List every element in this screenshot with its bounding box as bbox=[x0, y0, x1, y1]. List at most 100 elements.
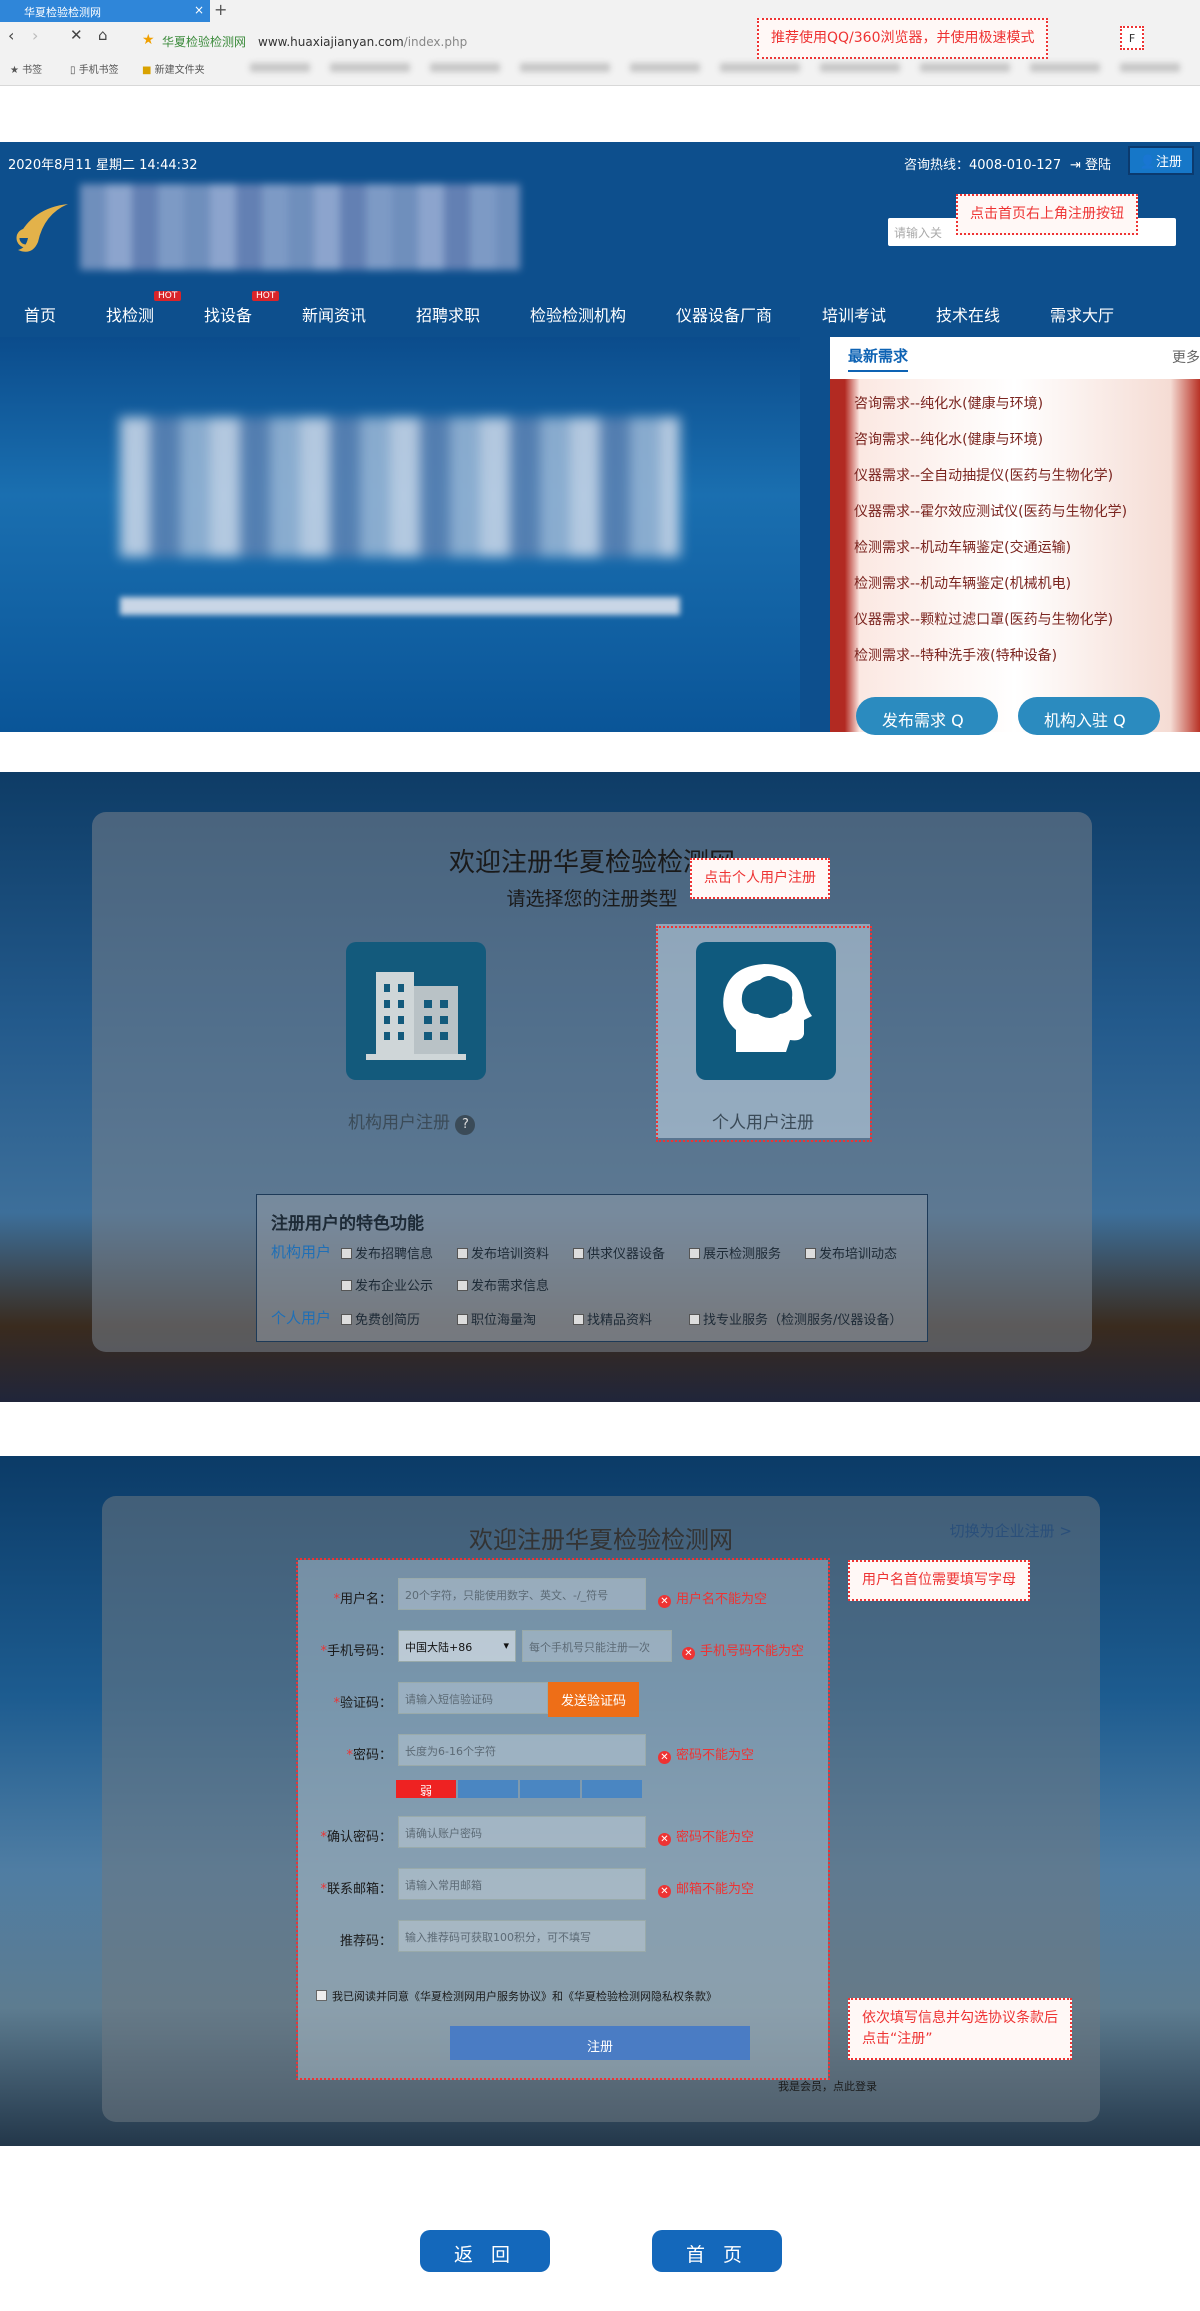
country-select[interactable]: 中国大陆+86 ▾ bbox=[398, 1630, 516, 1662]
star-icon: ★ bbox=[10, 65, 23, 76]
need-item[interactable]: 仪器需求--全自动抽提仪(医药与生物化学) bbox=[854, 465, 1113, 485]
need-item[interactable]: 仪器需求--颗粒过滤口罩(医药与生物化学) bbox=[854, 609, 1113, 629]
org-register-card[interactable] bbox=[346, 942, 486, 1080]
feature-item: 发布招聘信息 bbox=[341, 1243, 433, 1262]
need-item[interactable]: 咨询需求--纯化水(健康与环境) bbox=[854, 393, 1043, 413]
callout-step1: 点击首页右上角注册按钮 bbox=[956, 194, 1138, 235]
stop-icon[interactable]: ✕ bbox=[70, 26, 83, 44]
nav-item[interactable]: 找检测 bbox=[106, 302, 154, 326]
feature-item: 找专业服务（检测服务/仪器设备） bbox=[689, 1309, 902, 1328]
tab-close-icon[interactable]: × bbox=[194, 3, 204, 17]
nav-item[interactable]: 招聘求职 bbox=[416, 302, 480, 326]
home-button[interactable]: 首 页 bbox=[652, 2230, 782, 2272]
feature-item: 发布需求信息 bbox=[457, 1275, 549, 1294]
hot-badge: HOT bbox=[154, 291, 182, 301]
confirm-error: ✕ 密码不能为空 bbox=[658, 1826, 754, 1846]
search-q-icon: Q bbox=[951, 711, 964, 730]
highlight-personal bbox=[656, 926, 872, 1142]
browser-tab[interactable]: 华夏检验检测网 × bbox=[0, 0, 210, 22]
favorite-star-icon[interactable]: ★ bbox=[142, 32, 155, 48]
chevron-down-icon: ▾ bbox=[503, 1639, 509, 1652]
need-item[interactable]: 检测需求--机动车辆鉴定(机械机电) bbox=[854, 573, 1071, 593]
home-icon[interactable]: ⌂ bbox=[98, 26, 108, 44]
site-name: 华夏检验检测网 bbox=[162, 35, 247, 49]
password-input[interactable]: 长度为6-16个字符 bbox=[398, 1734, 646, 1766]
need-item[interactable]: 咨询需求--纯化水(健康与环境) bbox=[854, 429, 1043, 449]
feature-item: 发布培训动态 bbox=[805, 1243, 897, 1262]
hero-banner[interactable] bbox=[0, 337, 800, 732]
error-icon: ✕ bbox=[658, 1595, 671, 1608]
send-code-button[interactable]: 发送验证码 bbox=[548, 1682, 640, 1717]
callout-browser-tip: 推荐使用QQ/360浏览器，并使用极速模式 bbox=[757, 18, 1049, 59]
referrer-input[interactable]: 输入推荐码可获取100积分，可不填写 bbox=[398, 1920, 646, 1952]
forward-icon[interactable]: › bbox=[32, 26, 38, 45]
nav-item[interactable]: 检验检测机构 bbox=[530, 302, 626, 326]
email-error: ✕ 邮箱不能为空 bbox=[658, 1878, 754, 1898]
nav-item[interactable]: 仪器设备厂商 bbox=[676, 302, 772, 326]
phone-icon: ▯ bbox=[70, 65, 79, 76]
hotline: 咨询热线：4008-010-127 bbox=[904, 158, 1062, 173]
bookmark-item[interactable]: ▯ 手机书签 bbox=[70, 61, 119, 76]
nav-item[interactable]: 新闻资讯 bbox=[302, 302, 366, 326]
hot-badge: HOT bbox=[252, 291, 280, 301]
feature-item: 发布企业公示 bbox=[341, 1275, 433, 1294]
latest-needs-title[interactable]: 最新需求 bbox=[848, 345, 909, 372]
select-type-screenshot: 欢迎注册华夏检验检测网 请选择您的注册类型 机构用户注册 ? 个人用户注册 注册… bbox=[0, 772, 1200, 1402]
feature-item: 职位海量淘 bbox=[457, 1309, 536, 1328]
agree-checkbox[interactable] bbox=[316, 1990, 327, 2001]
org-register-label[interactable]: 机构用户注册 ? bbox=[348, 1108, 476, 1135]
extension-icon[interactable]: F bbox=[1120, 26, 1144, 50]
site-title-pixelated bbox=[80, 184, 520, 270]
login-icon: ⇥ bbox=[1070, 158, 1086, 173]
user-add-icon: 👤 bbox=[1139, 155, 1156, 170]
register-form-screenshot: 欢迎注册华夏检验检测网 切换为企业注册 > *用户名： 20个字符，只能使用数字… bbox=[0, 1456, 1200, 2146]
nav-item[interactable]: 首页 bbox=[24, 302, 56, 326]
username-input[interactable]: 20个字符，只能使用数字、英文、-/_符号 bbox=[398, 1578, 646, 1610]
address-bar[interactable]: 华夏检验检测网 www.huaxiajianyan.com/index.php bbox=[162, 33, 467, 50]
submit-register-button[interactable]: 注册 bbox=[450, 2026, 750, 2060]
back-button[interactable]: 返 回 bbox=[420, 2230, 550, 2272]
nav-item[interactable]: 技术在线 bbox=[936, 302, 1000, 326]
homepage-screenshot: 2020年8月11 星期二 14:44:32 咨询热线：4008-010-127… bbox=[0, 142, 1200, 735]
feature-item: 找精品资料 bbox=[573, 1309, 652, 1328]
switch-enterprise-link[interactable]: 切换为企业注册 > bbox=[950, 1520, 1072, 1541]
bookmark-item[interactable]: ★ 书签 bbox=[10, 61, 42, 76]
callout-step3: 用户名首位需要填写字母 bbox=[848, 1560, 1030, 1601]
confirm-password-input[interactable]: 请确认账户密码 bbox=[398, 1816, 646, 1848]
more-link[interactable]: 更多 bbox=[1172, 347, 1200, 367]
back-icon[interactable]: ‹ bbox=[8, 26, 14, 45]
login-hint-link[interactable]: 我是会员，点此登录 bbox=[778, 2078, 877, 2094]
error-icon: ✕ bbox=[658, 1751, 671, 1764]
confirm-label: *确认密码： bbox=[320, 1830, 392, 1845]
personal-kind-label: 个人用户 bbox=[271, 1309, 332, 1327]
bookmark-item[interactable]: ■ 新建文件夹 bbox=[142, 61, 205, 76]
need-item[interactable]: 检测需求--机动车辆鉴定(交通运输) bbox=[854, 537, 1071, 557]
nav-item[interactable]: 需求大厅 bbox=[1050, 302, 1114, 326]
feature-item: 发布培训资料 bbox=[457, 1243, 549, 1262]
phone-label: *手机号码： bbox=[320, 1644, 392, 1659]
select-type-panel: 欢迎注册华夏检验检测网 请选择您的注册类型 机构用户注册 ? 个人用户注册 注册… bbox=[92, 812, 1092, 1352]
code-input[interactable]: 请输入短信验证码 bbox=[398, 1682, 548, 1714]
latest-needs-panel: 最新需求 更多 咨询需求--纯化水(健康与环境) 咨询需求--纯化水(健康与环境… bbox=[830, 337, 1200, 735]
browser-chrome: 华夏检验检测网 × + ‹ › ✕ ⌂ ★ 华夏检验检测网 www.huaxiaj… bbox=[0, 0, 1200, 86]
login-link[interactable]: ⇥ 登陆 bbox=[1070, 154, 1111, 173]
url-domain: www.huaxiajianyan.com bbox=[258, 35, 404, 49]
email-label: *联系邮箱： bbox=[320, 1882, 392, 1897]
new-tab-button[interactable]: + bbox=[214, 0, 227, 19]
need-item[interactable]: 检测需求--特种洗手液(特种设备) bbox=[854, 645, 1057, 665]
email-input[interactable]: 请输入常用邮箱 bbox=[398, 1868, 646, 1900]
need-item[interactable]: 仪器需求--霍尔效应测试仪(医药与生物化学) bbox=[854, 501, 1127, 521]
nav-item[interactable]: 找设备 bbox=[204, 302, 252, 326]
strength-bar bbox=[520, 1780, 580, 1798]
feature-item: 免费创简历 bbox=[341, 1309, 420, 1328]
org-join-button[interactable]: 机构入驻 Q bbox=[1018, 697, 1160, 735]
page-title: 欢迎注册华夏检验检测网 bbox=[448, 848, 735, 878]
register-button[interactable]: 👤注册 bbox=[1127, 146, 1194, 175]
page-subtitle: 请选择您的注册类型 bbox=[506, 888, 678, 910]
tab-title: 华夏检验检测网 bbox=[24, 6, 101, 19]
publish-need-button[interactable]: 发布需求 Q bbox=[856, 697, 998, 735]
help-icon[interactable]: ? bbox=[455, 1115, 476, 1135]
agree-text[interactable]: 我已阅读并同意《华夏检测网用户服务协议》和《华夏检验检测网隐私权条款》 bbox=[332, 1988, 717, 2004]
nav-item[interactable]: 培训考试 bbox=[822, 302, 886, 326]
phone-input[interactable]: 每个手机号只能注册一次 bbox=[522, 1630, 672, 1662]
